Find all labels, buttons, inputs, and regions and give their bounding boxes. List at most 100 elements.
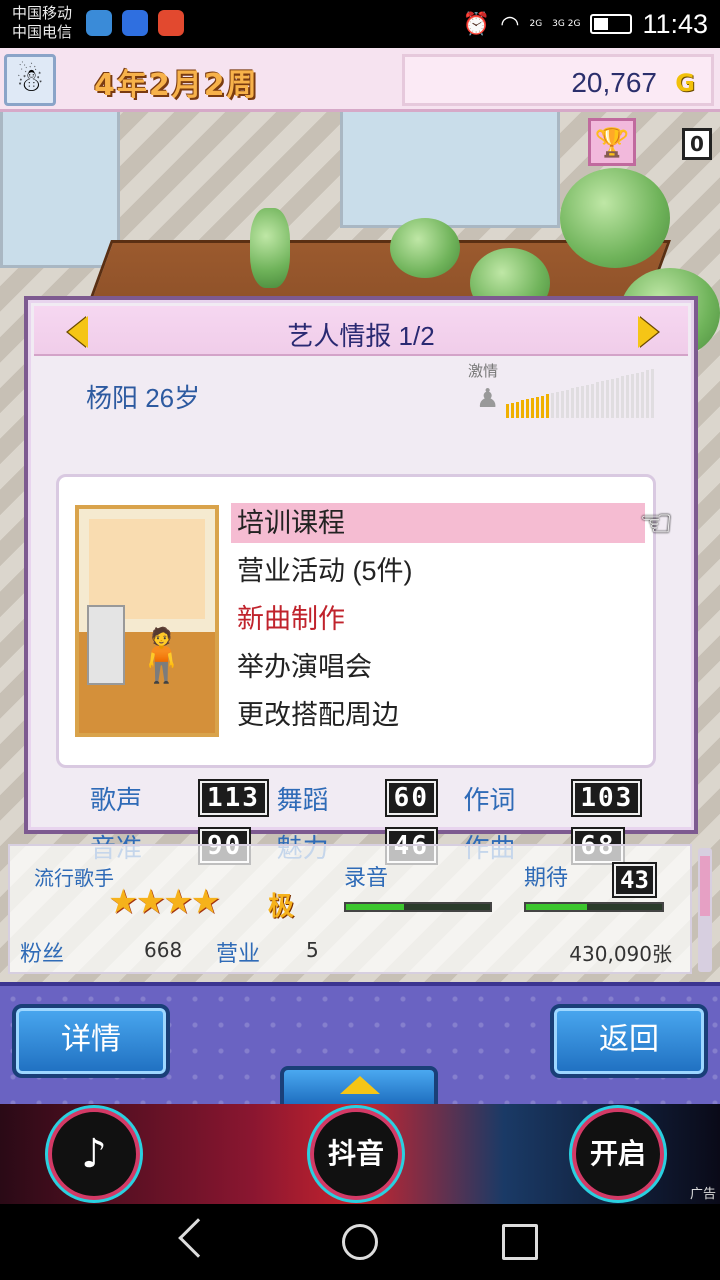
- passion-bar: [586, 384, 589, 418]
- passion-bar: [636, 372, 639, 418]
- tree: [390, 218, 460, 278]
- passion-bar: [611, 378, 614, 418]
- stat-value: 60: [384, 779, 438, 817]
- passion-bar: [531, 398, 534, 418]
- game-area[interactable]: ☃ 4年2月2周 20,767 G 🏆 0 艺人情报 1/2 杨阳 26岁 激情…: [0, 48, 720, 1104]
- business-value: 5: [306, 938, 319, 962]
- portrait-door: [87, 605, 125, 685]
- stat-label: 舞蹈: [276, 784, 329, 815]
- passion-meter: [506, 368, 656, 418]
- business-label: 营业: [216, 942, 261, 967]
- action-menu: 培训课程 营业活动 (5件) 新曲制作 举办演唱会 更改搭配周边: [231, 503, 645, 743]
- stat-label: 歌声: [90, 784, 143, 815]
- panel-title: 艺人情报 1/2: [287, 321, 435, 351]
- passion-bar: [566, 389, 569, 418]
- fans-value: 668: [144, 938, 183, 962]
- recording-progress-fill: [346, 904, 404, 910]
- passion-icon: ♟: [476, 384, 500, 414]
- menu-item-training[interactable]: 培训课程: [231, 503, 645, 543]
- panel-header: 艺人情报 1/2: [34, 306, 688, 356]
- ad-banner[interactable]: ♪ 抖音 开启 广告: [0, 1104, 720, 1204]
- artist-name-age: 杨阳 26岁: [86, 383, 201, 413]
- carrier-info: 中国移动 中国电信: [12, 4, 72, 42]
- money-value: 20,767: [571, 67, 657, 98]
- tiktok-logo-icon[interactable]: ♪: [48, 1108, 140, 1200]
- passion-bar: [551, 393, 554, 418]
- passion-bar: [601, 381, 604, 418]
- recording-progress-bar: [344, 902, 492, 912]
- rank-stars-icon: ★★★★: [108, 882, 221, 922]
- next-arrow-icon[interactable]: [638, 316, 658, 348]
- expectation-progress-fill: [526, 904, 588, 910]
- snowman-icon[interactable]: ☃: [4, 54, 56, 106]
- home-nav-icon[interactable]: [342, 1224, 378, 1260]
- scrollbar-thumb[interactable]: [700, 856, 710, 916]
- game-date: 4年2月2周: [94, 68, 259, 103]
- artist-portrait: 🧍: [75, 505, 219, 737]
- passion-bar: [526, 399, 529, 418]
- status-bar: 中国移动 中国电信 ⏰ ◠ 2G 3G 2G 11:43: [0, 0, 720, 48]
- passion-bar: [631, 374, 634, 418]
- navigation-bar: [0, 1204, 720, 1280]
- portrait-wall: [89, 519, 205, 619]
- status-indicators: ⏰ ◠ 2G 3G 2G 11:43: [463, 6, 708, 42]
- stat-label: 作词: [463, 784, 516, 815]
- passion-bar: [571, 388, 574, 418]
- menu-item-merch[interactable]: 更改搭配周边: [231, 695, 645, 743]
- sales-value: 430,090张: [569, 942, 672, 966]
- passion-bar: [576, 387, 579, 418]
- bottom-button-bar: 详情 返回: [0, 982, 720, 1104]
- passion-bar: [581, 386, 584, 418]
- passion-bar: [651, 369, 654, 418]
- passion-bar: [541, 395, 544, 418]
- passion-bar: [546, 394, 549, 418]
- detail-button[interactable]: 详情: [12, 1004, 170, 1078]
- pointer-hand-icon: ☞: [639, 501, 674, 545]
- expectation-label: 期待: [524, 866, 569, 891]
- carrier-2: 中国电信: [12, 23, 73, 41]
- money-display: 20,767 G: [402, 54, 714, 106]
- trophy-icon[interactable]: 🏆: [588, 118, 636, 166]
- ad-tag: 广告: [689, 1187, 716, 1202]
- stat-lyrics: 作词 103: [463, 774, 650, 822]
- health-app-icon: [86, 10, 112, 36]
- passion-bar: [641, 371, 644, 418]
- summary-scrollbar[interactable]: [698, 848, 712, 972]
- signal-1-icon: 2G: [529, 19, 543, 29]
- passion-bar: [591, 383, 594, 418]
- stats-row-1: 歌声 113 舞蹈 60 作词 103: [90, 774, 650, 822]
- recents-nav-icon[interactable]: [502, 1224, 538, 1260]
- passion-bar: [516, 401, 519, 418]
- rank-grade: 极: [268, 892, 295, 922]
- trophy-count: 0: [682, 128, 712, 160]
- expectation-value: 43: [612, 862, 657, 898]
- ad-open-button[interactable]: 开启: [572, 1108, 664, 1200]
- building-left: [0, 108, 120, 268]
- artist-info-panel: 艺人情报 1/2 杨阳 26岁 激情 ♟ 🧍 培训课程 营业活动 (5件) 新曲…: [24, 296, 698, 865]
- menu-item-concert[interactable]: 举办演唱会: [231, 647, 645, 695]
- building-top: [340, 108, 560, 228]
- stat-value: 113: [198, 779, 269, 817]
- passion-bar: [616, 377, 619, 418]
- baidu-app-icon: [122, 10, 148, 36]
- expand-tab[interactable]: [280, 1066, 438, 1104]
- menu-item-business[interactable]: 营业活动 (5件): [231, 551, 645, 599]
- menu-item-new-song[interactable]: 新曲制作: [231, 599, 645, 647]
- stat-dance: 舞蹈 60: [277, 774, 464, 822]
- passion-bar: [561, 390, 564, 418]
- fans-label: 粉丝: [20, 942, 65, 967]
- back-nav-icon[interactable]: [178, 1218, 218, 1258]
- passion-label: 激情: [468, 362, 499, 380]
- recording-label: 录音: [344, 866, 389, 891]
- clock: 11:43: [642, 8, 708, 39]
- alarm-icon: ⏰: [462, 11, 491, 37]
- passion-bar: [621, 376, 624, 418]
- passion-bar: [521, 400, 524, 418]
- notification-icons: [86, 10, 184, 36]
- ad-douyin-button[interactable]: 抖音: [310, 1108, 402, 1200]
- passion-bar: [556, 392, 559, 418]
- back-button[interactable]: 返回: [550, 1004, 708, 1078]
- passion-bar: [606, 380, 609, 418]
- currency-icon: G: [675, 69, 695, 97]
- artist-summary: 流行歌手 ★★★★ 极 录音 期待 43 粉丝 668 营业 5 430,090…: [8, 844, 692, 974]
